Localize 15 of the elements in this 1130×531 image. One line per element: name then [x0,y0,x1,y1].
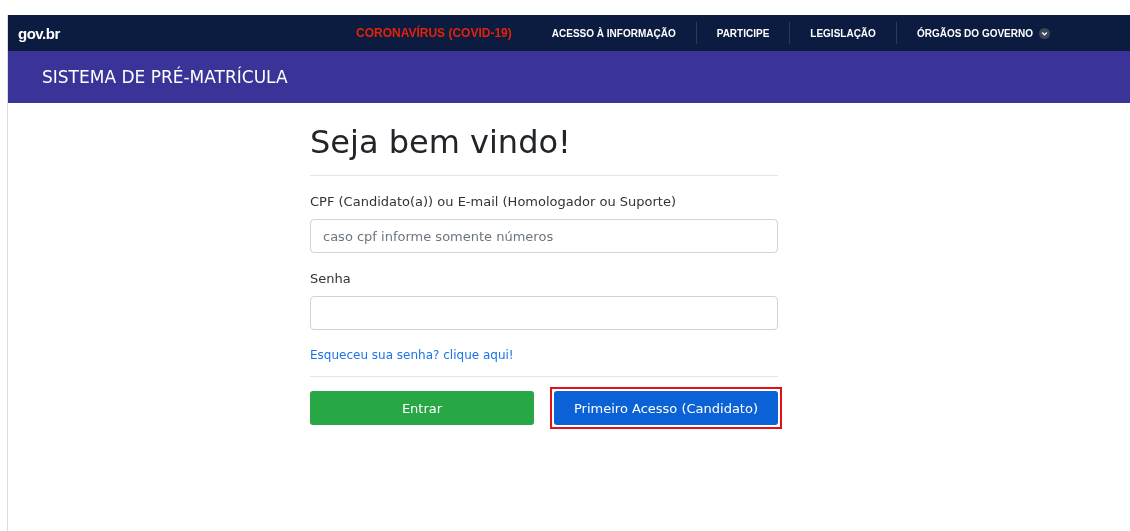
nav-link[interactable]: ÓRGÃOS DO GOVERNO [895,22,1070,44]
welcome-heading: Seja bem vindo! [310,123,778,176]
nav-link[interactable]: ACESSO À INFORMAÇÃO [531,22,696,44]
field-label: CPF (Candidato(a)) ou E-mail (Homologador ou Suporte) [310,194,677,209]
nav-link[interactable]: CORONAVÍRUS (COVID-19) [336,22,532,44]
input-field[interactable]: caso cpf informe somente números [310,219,778,253]
input-field[interactable] [310,296,778,330]
forgot-password-link[interactable]: Esqueceu sua senha? clique aqui! [310,348,514,362]
chevron-down-icon [1039,27,1050,39]
logo: gov.br [18,24,60,42]
nav-link[interactable]: PARTICIPE [695,22,790,44]
system-title: SISTEMA DE PRÉ-MATRÍCULA [42,67,288,87]
field-label: Senha [310,271,352,286]
form-button[interactable]: Primeiro Acesso (Candidato) [554,391,778,425]
nav-link[interactable]: LEGISLAÇÃO [789,22,896,44]
